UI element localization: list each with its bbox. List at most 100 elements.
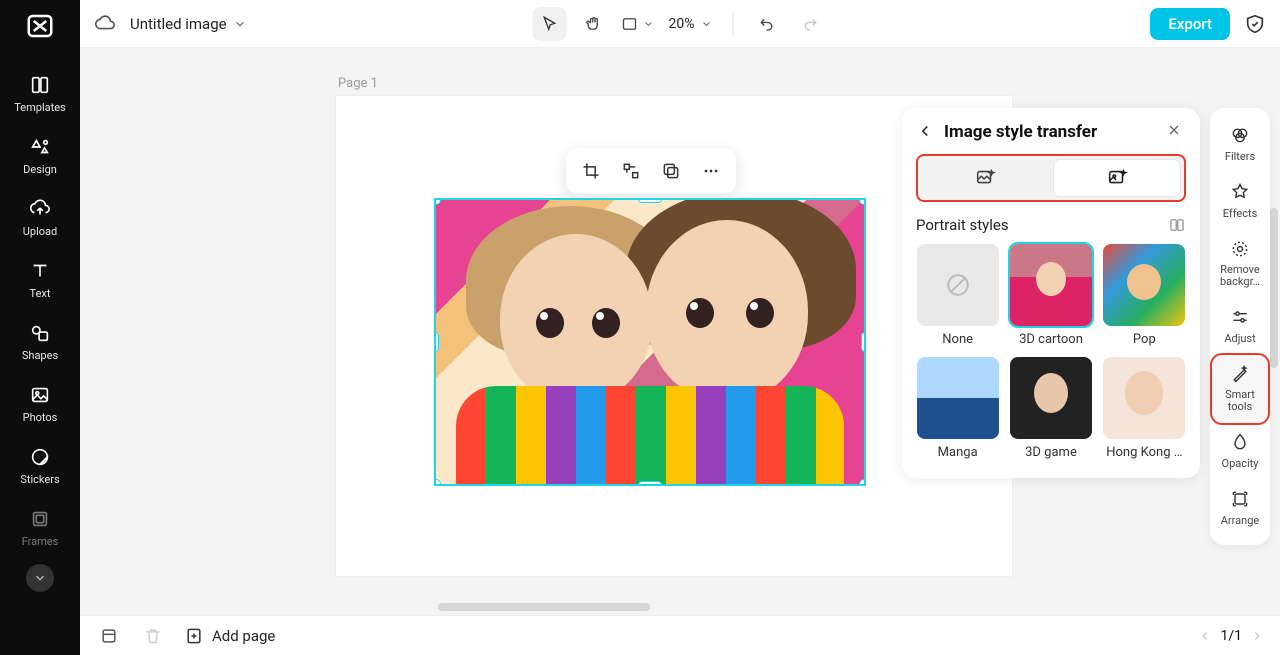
rail-item-arrange[interactable]: Arrange xyxy=(1212,480,1268,537)
style-option-3d-game[interactable]: 3D game xyxy=(1009,357,1092,460)
remove-bg-icon xyxy=(1229,238,1251,260)
sidebar-item-frames[interactable]: Frames xyxy=(0,498,80,560)
panel-title: Image style transfer xyxy=(944,122,1158,142)
sidebar-item-label: Text xyxy=(30,287,51,300)
image-sparkle-icon xyxy=(974,167,996,189)
rail-item-adjust[interactable]: Adjust xyxy=(1212,298,1268,355)
frames-icon xyxy=(28,507,52,531)
duplicate-button[interactable] xyxy=(654,154,688,188)
effects-icon xyxy=(1229,181,1251,203)
app-logo[interactable] xyxy=(22,8,58,44)
style-thumb-hong-kong xyxy=(1103,357,1185,439)
style-mode-tabs xyxy=(916,154,1186,202)
crop-button[interactable] xyxy=(574,154,608,188)
style-tab-reference[interactable] xyxy=(1054,160,1180,196)
canvas-area[interactable]: Page 1 Image style t xyxy=(80,48,1280,615)
panel-close-button[interactable] xyxy=(1166,122,1186,142)
export-button[interactable]: Export xyxy=(1150,8,1230,40)
text-icon xyxy=(28,259,52,283)
style-option-none[interactable]: None xyxy=(916,244,999,347)
sidebar-item-templates[interactable]: Templates xyxy=(0,64,80,126)
filters-icon xyxy=(1229,124,1251,146)
undo-button[interactable] xyxy=(750,7,784,41)
rail-item-label: Arrange xyxy=(1221,514,1259,527)
resize-handle-mr[interactable] xyxy=(861,332,866,352)
style-label: Hong Kong … xyxy=(1106,445,1182,460)
rail-item-remove-bg[interactable]: Remove backgr… xyxy=(1212,230,1268,298)
resize-handle-br[interactable] xyxy=(859,479,866,486)
more-button[interactable] xyxy=(694,154,728,188)
resize-handle-ml[interactable] xyxy=(434,332,439,352)
sidebar-scroll-down[interactable] xyxy=(26,564,54,592)
style-thumb-pop xyxy=(1103,244,1185,326)
select-tool-button[interactable] xyxy=(533,7,567,41)
style-thumb-3d-game xyxy=(1010,357,1092,439)
image-ref-icon xyxy=(1106,167,1128,189)
compare-icon[interactable] xyxy=(1168,216,1186,234)
prev-page-button xyxy=(1198,629,1212,643)
selected-image[interactable] xyxy=(434,198,866,486)
shapes-icon xyxy=(28,321,52,345)
sidebar-item-text[interactable]: Text xyxy=(0,250,80,312)
resize-handle-tr[interactable] xyxy=(859,198,866,205)
rail-item-label: Adjust xyxy=(1224,332,1255,345)
add-page-button[interactable]: Add page xyxy=(184,626,275,646)
templates-icon xyxy=(28,73,52,97)
resize-handle-mb[interactable] xyxy=(638,481,662,486)
style-label: Manga xyxy=(938,445,978,460)
replace-button[interactable] xyxy=(614,154,648,188)
delete-button xyxy=(140,623,166,649)
cloud-sync-icon[interactable] xyxy=(94,13,116,35)
style-option-3d-cartoon[interactable]: 3D cartoon xyxy=(1009,244,1092,347)
bottom-bar: Add page 1/1 xyxy=(80,615,1280,655)
resize-handle-mt[interactable] xyxy=(638,198,662,203)
zoom-value: 20% xyxy=(669,16,695,32)
panel-back-button[interactable] xyxy=(916,122,936,142)
hand-tool-button[interactable] xyxy=(577,7,611,41)
sidebar-item-upload[interactable]: Upload xyxy=(0,188,80,250)
style-tab-presets[interactable] xyxy=(922,160,1048,196)
canvas-size-dropdown[interactable] xyxy=(621,15,655,33)
style-transfer-panel: Image style transfer Portrait styles xyxy=(902,108,1200,478)
style-option-hong-kong[interactable]: Hong Kong … xyxy=(1103,357,1186,460)
left-tool-rail: Templates Design Upload Text Shapes Phot… xyxy=(0,0,80,655)
style-option-pop[interactable]: Pop xyxy=(1103,244,1186,347)
style-option-manga[interactable]: Manga xyxy=(916,357,999,460)
document-title[interactable]: Untitled image xyxy=(130,15,247,33)
sidebar-item-photos[interactable]: Photos xyxy=(0,374,80,436)
toolbar-separator xyxy=(733,13,734,35)
rail-item-filters[interactable]: Filters xyxy=(1212,116,1268,173)
rail-item-smart-tools[interactable]: Smart tools xyxy=(1212,355,1268,423)
sidebar-item-label: Stickers xyxy=(20,473,59,486)
image-content xyxy=(436,200,864,484)
sidebar-item-label: Templates xyxy=(14,101,65,114)
photos-icon xyxy=(28,383,52,407)
layers-button[interactable] xyxy=(96,623,122,649)
right-properties-rail: Filters Effects Remove backgr… Adjust Sm… xyxy=(1210,108,1270,545)
none-icon xyxy=(917,244,999,326)
sidebar-item-stickers[interactable]: Stickers xyxy=(0,436,80,498)
opacity-icon xyxy=(1229,431,1251,453)
shield-icon[interactable] xyxy=(1244,13,1266,35)
resize-handle-bl[interactable] xyxy=(434,479,441,486)
style-label: 3D cartoon xyxy=(1019,332,1083,347)
style-label: Pop xyxy=(1133,332,1156,347)
smart-tools-icon xyxy=(1229,363,1251,385)
sidebar-item-label: Frames xyxy=(22,535,59,548)
horizontal-scrollbar[interactable] xyxy=(438,603,650,611)
rail-item-effects[interactable]: Effects xyxy=(1212,173,1268,230)
upload-icon xyxy=(28,197,52,221)
rail-item-label: Opacity xyxy=(1222,457,1259,470)
sidebar-item-shapes[interactable]: Shapes xyxy=(0,312,80,374)
document-title-text: Untitled image xyxy=(130,15,227,33)
add-page-label: Add page xyxy=(212,627,275,645)
stickers-icon xyxy=(28,445,52,469)
sidebar-item-label: Upload xyxy=(23,225,57,238)
vertical-scrollbar[interactable] xyxy=(1270,208,1278,368)
zoom-dropdown[interactable]: 20% xyxy=(665,16,717,32)
sidebar-item-design[interactable]: Design xyxy=(0,126,80,188)
sidebar-item-label: Design xyxy=(23,163,57,176)
rail-item-opacity[interactable]: Opacity xyxy=(1212,423,1268,480)
sidebar-item-label: Shapes xyxy=(22,349,58,362)
page-indicator: 1/1 xyxy=(1220,628,1242,644)
